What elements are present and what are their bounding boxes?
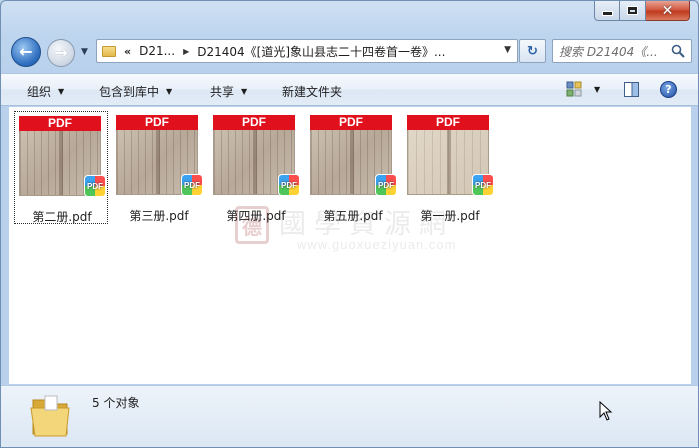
maximize-button[interactable] (620, 1, 646, 21)
pdf-banner: PDF (19, 116, 101, 131)
file-item[interactable]: PDF PDF 第五册.pdf (306, 111, 400, 224)
forward-arrow-icon: → (54, 43, 68, 62)
chevron-down-icon: ▼ (58, 87, 65, 96)
pdf-banner: PDF (213, 115, 295, 130)
search-box[interactable] (552, 39, 692, 63)
file-name: 第四册.pdf (226, 209, 286, 223)
view-options-icon (566, 81, 582, 97)
pdf-thumbnail: PDF PDF (116, 115, 203, 196)
chevron-down-icon[interactable]: ▼ (594, 85, 600, 94)
recent-pages-dropdown[interactable]: ▼ (81, 47, 88, 57)
pdf-badge-icon: PDF (181, 174, 203, 196)
command-bar: 组织 ▼ 包含到库中 ▼ 共享 ▼ 新建文件夹 ▼ ? (1, 73, 698, 106)
minimize-button[interactable] (594, 1, 620, 21)
chevron-down-icon: ▼ (241, 87, 248, 96)
change-view-button[interactable]: ▼ (566, 81, 600, 97)
pdf-thumbnail: PDF PDF (213, 115, 300, 196)
file-name: 第三册.pdf (129, 209, 189, 223)
pdf-badge-icon: PDF (375, 174, 397, 196)
new-folder-button[interactable]: 新建文件夹 (282, 83, 342, 100)
search-icon[interactable] (671, 44, 685, 58)
address-bar[interactable]: « D21... ▶ D21404《[道光]象山县志二十四卷首一卷》... ▼ (96, 39, 518, 63)
watermark-url: www.guoxueziyuan.com (297, 237, 457, 252)
pdf-thumbnail: PDF PDF (19, 116, 106, 197)
back-arrow-icon: ← (19, 42, 33, 61)
breadcrumb-separator-icon[interactable]: ▶ (183, 47, 189, 56)
maximize-icon (627, 6, 638, 15)
caption-buttons: ✕ (594, 1, 690, 21)
breadcrumb-segment-current[interactable]: D21404《[道光]象山县志二十四卷首一卷》... (197, 43, 445, 60)
pdf-thumbnail: PDF PDF (310, 115, 397, 196)
item-count: 5 个对象 (92, 396, 140, 410)
organize-menu[interactable]: 组织 ▼ (27, 83, 64, 100)
file-list-view[interactable]: 德 國學資源網 www.guoxueziyuan.com PDF PDF 第二册… (9, 107, 691, 384)
pdf-badge-icon: PDF (84, 175, 106, 197)
file-item[interactable]: PDF PDF 第一册.pdf (403, 111, 497, 224)
navigation-bar: ← → ▼ « D21... ▶ D21404《[道光]象山县志二十四卷首一卷》… (1, 35, 698, 67)
back-button[interactable]: ← (11, 37, 41, 67)
chevron-down-icon: ▼ (166, 87, 173, 96)
share-label: 共享 (210, 85, 235, 99)
file-name: 第二册.pdf (32, 210, 92, 224)
pdf-badge-icon: PDF (472, 174, 494, 196)
preview-pane-icon[interactable] (624, 82, 639, 97)
pdf-banner: PDF (407, 115, 489, 130)
include-in-library-menu[interactable]: 包含到库中 ▼ (99, 83, 172, 100)
help-icon: ? (665, 83, 672, 96)
refresh-icon: ↻ (527, 43, 538, 59)
breadcrumb-segment-parent[interactable]: D21... (139, 44, 175, 58)
close-button[interactable]: ✕ (646, 1, 690, 21)
details-pane: 5 个对象 (1, 385, 698, 447)
refresh-button[interactable]: ↻ (519, 39, 546, 63)
forward-button[interactable]: → (47, 39, 75, 67)
file-item[interactable]: PDF PDF 第三册.pdf (112, 111, 206, 224)
search-input[interactable] (559, 43, 667, 60)
minimize-icon (601, 11, 613, 16)
file-item[interactable]: PDF PDF 第四册.pdf (209, 111, 303, 224)
pdf-banner: PDF (310, 115, 392, 130)
folder-icon (30, 395, 70, 437)
file-name: 第五册.pdf (323, 209, 383, 223)
pdf-banner: PDF (116, 115, 198, 130)
file-name: 第一册.pdf (420, 209, 480, 223)
folder-icon (102, 45, 116, 57)
address-dropdown-icon[interactable]: ▼ (504, 45, 511, 55)
explorer-window: ✕ ← → ▼ « D21... ▶ D21404《[道光]象山县志二十四卷首一… (0, 0, 699, 448)
close-icon: ✕ (661, 2, 674, 19)
pdf-thumbnail: PDF PDF (407, 115, 494, 196)
share-menu[interactable]: 共享 ▼ (210, 83, 247, 100)
pdf-badge-icon: PDF (278, 174, 300, 196)
file-item[interactable]: PDF PDF 第二册.pdf (14, 111, 108, 224)
organize-label: 组织 (27, 85, 52, 99)
new-folder-label: 新建文件夹 (282, 85, 343, 99)
mouse-cursor-icon (599, 401, 613, 421)
include-in-library-label: 包含到库中 (99, 85, 160, 99)
address-overflow-chevron[interactable]: « (124, 45, 131, 58)
help-button[interactable]: ? (660, 81, 677, 98)
